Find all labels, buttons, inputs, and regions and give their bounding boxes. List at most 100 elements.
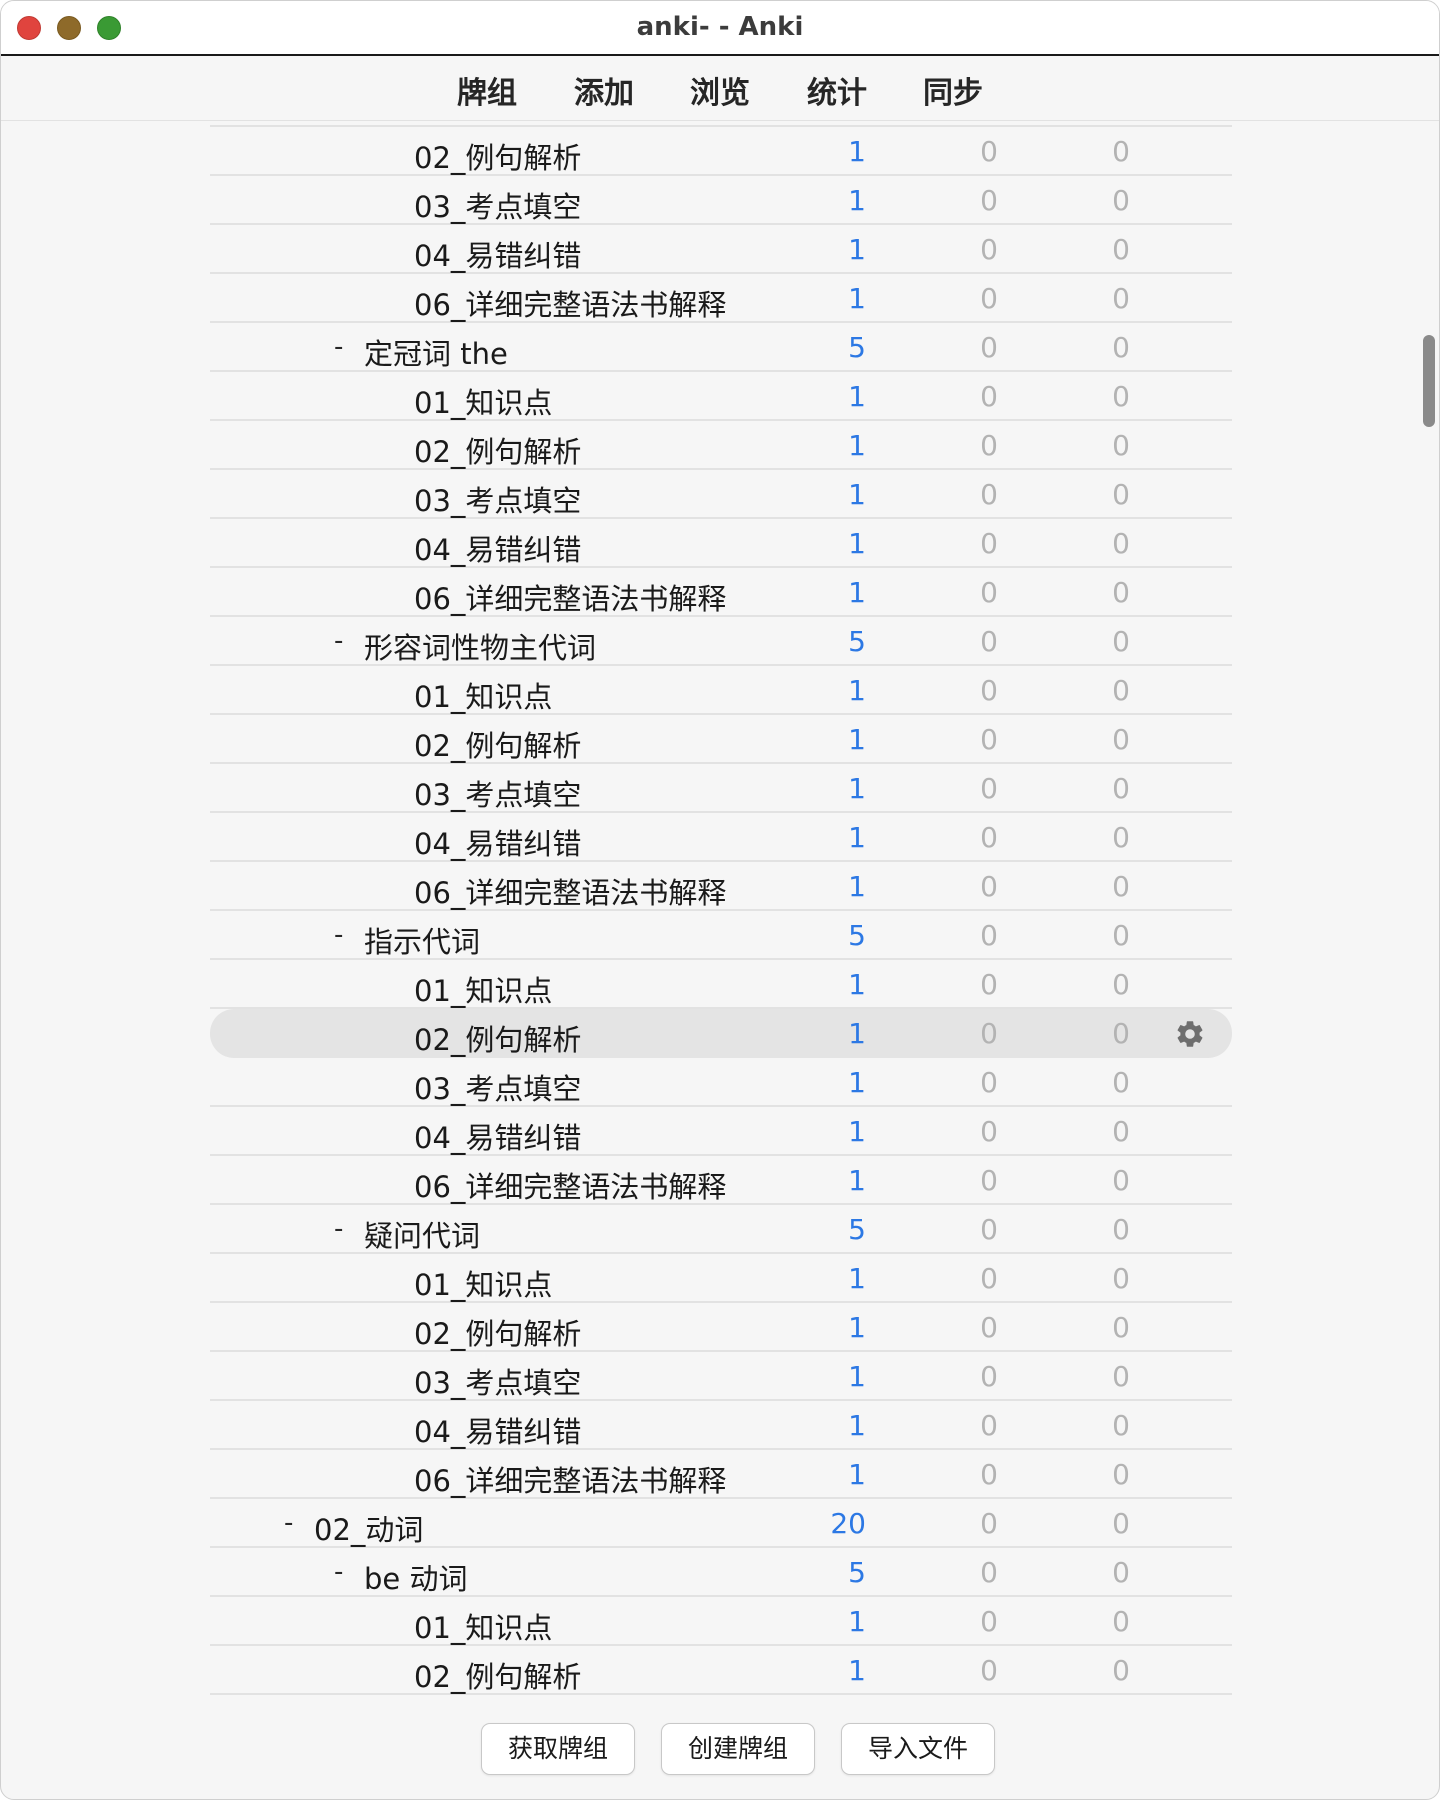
toolbar-add[interactable]: 添加: [574, 68, 634, 112]
deck-name[interactable]: 01_知识点: [414, 1262, 552, 1304]
deck-row[interactable]: 01_知识点 1 0 0: [210, 1597, 1232, 1646]
deck-name[interactable]: 指示代词: [364, 919, 480, 961]
deck-row[interactable]: - be 动词 5 0 0: [210, 1548, 1232, 1597]
deck-name[interactable]: 02_例句解析: [414, 723, 581, 765]
deck-row[interactable]: 02_例句解析 1 0 0: [210, 421, 1232, 470]
new-count: 1: [848, 527, 866, 560]
deck-row[interactable]: 03_考点填空 1 0 0: [210, 470, 1232, 519]
deck-name[interactable]: 定冠词 the: [364, 331, 508, 373]
deck-row[interactable]: 03_考点填空 1 0 0: [210, 176, 1232, 225]
deck-row[interactable]: 03_考点填空 1 0 0: [210, 1058, 1232, 1107]
deck-row[interactable]: 02_例句解析 1 0 0: [210, 1303, 1232, 1352]
deck-name[interactable]: 06_详细完整语法书解释: [414, 576, 726, 618]
toolbar-browse[interactable]: 浏览: [690, 68, 750, 112]
new-count: 1: [848, 1458, 866, 1491]
learn-count: 0: [980, 184, 998, 217]
deck-name[interactable]: 06_详细完整语法书解释: [414, 1164, 726, 1206]
review-count: 0: [1112, 1164, 1130, 1197]
deck-row[interactable]: 01_知识点 1 0 0: [210, 666, 1232, 715]
new-count: 1: [848, 1605, 866, 1638]
deck-row[interactable]: 01_知识点 1 0 0: [210, 372, 1232, 421]
deck-name[interactable]: 03_考点填空: [414, 1066, 581, 1108]
deck-name[interactable]: 02_例句解析: [414, 135, 581, 177]
toolbar-sync[interactable]: 同步: [923, 68, 983, 112]
deck-name[interactable]: 03_考点填空: [414, 772, 581, 814]
deck-row[interactable]: - 定冠词 the 5 0 0: [210, 323, 1232, 372]
collapse-toggle[interactable]: -: [334, 920, 343, 950]
toolbar-stats[interactable]: 统计: [807, 68, 867, 112]
deck-row[interactable]: 04_易错纠错 1 0 0: [210, 225, 1232, 274]
collapse-toggle[interactable]: -: [334, 332, 343, 362]
deck-row-current[interactable]: 02_例句解析 1 0 0: [210, 1009, 1232, 1058]
learn-count: 0: [980, 674, 998, 707]
deck-name[interactable]: 02_动词: [314, 1507, 423, 1549]
deck-row[interactable]: 06_详细完整语法书解释 1 0 0: [210, 568, 1232, 617]
review-count: 0: [1112, 331, 1130, 364]
deck-row[interactable]: 03_考点填空 1 0 0: [210, 764, 1232, 813]
deck-name[interactable]: 03_考点填空: [414, 184, 581, 226]
deck-name[interactable]: 01_知识点: [414, 1605, 552, 1647]
deck-name[interactable]: 04_易错纠错: [414, 1115, 581, 1157]
deck-name[interactable]: 04_易错纠错: [414, 233, 581, 275]
collapse-toggle[interactable]: -: [334, 1557, 343, 1587]
deck-row[interactable]: 06_详细完整语法书解释 1 0 0: [210, 1450, 1232, 1499]
deck-row[interactable]: - 疑问代词 5 0 0: [210, 1205, 1232, 1254]
collapse-toggle[interactable]: -: [284, 1508, 293, 1538]
collapse-toggle[interactable]: -: [334, 626, 343, 656]
gear-icon[interactable]: [1174, 1018, 1206, 1050]
new-count: 1: [848, 478, 866, 511]
deck-row[interactable]: 03_考点填空 1 0 0: [210, 1352, 1232, 1401]
get-shared-decks-button[interactable]: 获取牌组: [481, 1723, 635, 1775]
deck-row[interactable]: 02_例句解析 1 0 0: [210, 127, 1232, 176]
deck-name[interactable]: be 动词: [364, 1556, 467, 1598]
deck-row[interactable]: 06_详细完整语法书解释 1 0 0: [210, 1156, 1232, 1205]
review-count: 0: [1112, 1654, 1130, 1687]
new-count: 1: [848, 1115, 866, 1148]
deck-name[interactable]: 06_详细完整语法书解释: [414, 282, 726, 324]
deck-row[interactable]: -02_动词 20 0 0: [210, 1499, 1232, 1548]
deck-name[interactable]: 01_知识点: [414, 968, 552, 1010]
deck-row[interactable]: 04_易错纠错 1 0 0: [210, 813, 1232, 862]
scrollbar-thumb[interactable]: [1423, 335, 1435, 427]
deck-name[interactable]: 04_易错纠错: [414, 527, 581, 569]
deck-name[interactable]: 形容词性物主代词: [364, 625, 596, 667]
create-deck-button[interactable]: 创建牌组: [661, 1723, 815, 1775]
deck-name[interactable]: 01_知识点: [414, 380, 552, 422]
deck-name[interactable]: 疑问代词: [364, 1213, 480, 1255]
collapse-toggle[interactable]: -: [334, 1214, 343, 1244]
import-file-button[interactable]: 导入文件: [841, 1723, 995, 1775]
deck-name[interactable]: 03_考点填空: [414, 1360, 581, 1402]
new-count: 1: [848, 380, 866, 413]
toolbar-decks[interactable]: 牌组: [457, 68, 517, 112]
deck-name[interactable]: 04_易错纠错: [414, 821, 581, 863]
deck-row[interactable]: 06_详细完整语法书解释 1 0 0: [210, 862, 1232, 911]
deck-row[interactable]: 06_详细完整语法书解释 1 0 0: [210, 274, 1232, 323]
review-count: 0: [1112, 429, 1130, 462]
deck-row[interactable]: 04_易错纠错 1 0 0: [210, 519, 1232, 568]
deck-name[interactable]: 04_易错纠错: [414, 1409, 581, 1451]
deck-name[interactable]: 02_例句解析: [414, 429, 581, 471]
new-count: 1: [848, 1654, 866, 1687]
new-count: 1: [848, 1262, 866, 1295]
deck-row[interactable]: - 形容词性物主代词 5 0 0: [210, 617, 1232, 666]
deck-name[interactable]: 01_知识点: [414, 674, 552, 716]
deck-name[interactable]: 02_例句解析: [414, 1654, 581, 1696]
new-count: 1: [848, 870, 866, 903]
deck-row[interactable]: 04_易错纠错 1 0 0: [210, 1401, 1232, 1450]
deck-row[interactable]: 01_知识点 1 0 0: [210, 960, 1232, 1009]
learn-count: 0: [980, 625, 998, 658]
deck-row[interactable]: 02_例句解析 1 0 0: [210, 1646, 1232, 1695]
deck-name[interactable]: 06_详细完整语法书解释: [414, 870, 726, 912]
deck-name[interactable]: 03_考点填空: [414, 478, 581, 520]
learn-count: 0: [980, 1311, 998, 1344]
new-count: 1: [848, 1409, 866, 1442]
review-count: 0: [1112, 821, 1130, 854]
learn-count: 0: [980, 1066, 998, 1099]
deck-row[interactable]: 02_例句解析 1 0 0: [210, 715, 1232, 764]
deck-row[interactable]: 01_知识点 1 0 0: [210, 1254, 1232, 1303]
deck-name[interactable]: 02_例句解析: [414, 1311, 581, 1353]
deck-row[interactable]: 04_易错纠错 1 0 0: [210, 1107, 1232, 1156]
deck-row[interactable]: - 指示代词 5 0 0: [210, 911, 1232, 960]
deck-name[interactable]: 06_详细完整语法书解释: [414, 1458, 726, 1500]
deck-name[interactable]: 02_例句解析: [414, 1017, 581, 1059]
